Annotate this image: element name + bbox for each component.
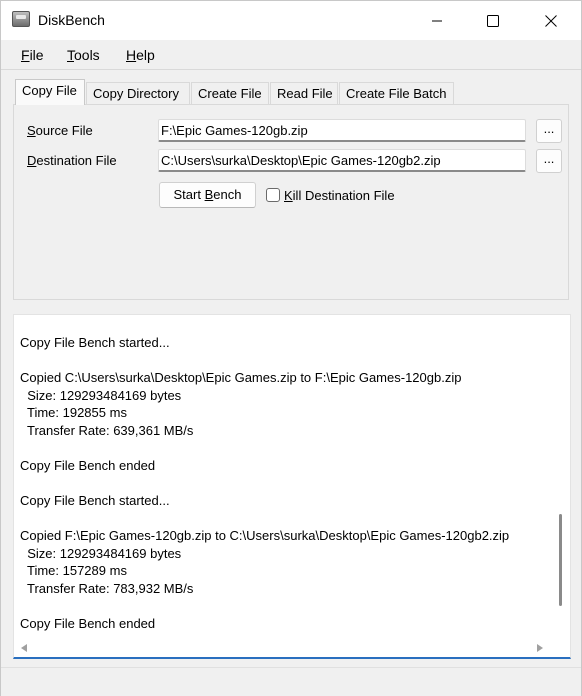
close-icon [545,14,557,27]
menu-help-accel: H [126,47,137,63]
status-bar [1,667,581,696]
close-button[interactable] [523,1,579,40]
tab-read-file[interactable]: Read File [270,82,338,104]
destination-file-label-text: estination File [36,153,117,168]
log-line: Transfer Rate: 639,361 MB/s [20,422,194,438]
scroll-left-icon[interactable] [21,644,27,652]
tab-copy-directory[interactable]: Copy Directory [86,82,190,104]
disk-icon [12,11,30,27]
menu-bar: File Tools Help [1,40,581,70]
kill-destination-checkbox[interactable] [266,188,280,202]
destination-file-input[interactable]: C:\Users\surka\Desktop\Epic Games-120gb2… [158,149,526,172]
menu-help-label: elp [136,47,155,63]
destination-browse-button[interactable]: ... [536,149,562,173]
copy-file-panel: Source File F:\Epic Games-120gb.zip ... … [13,104,569,300]
maximize-button[interactable] [465,1,521,40]
menu-file-label: ile [29,47,44,63]
kill-destination-label-text: ill Destination File [292,188,395,203]
source-file-label-text: ource File [35,123,93,138]
destination-file-accel: D [27,153,37,168]
source-file-input[interactable]: F:\Epic Games-120gb.zip [158,119,526,142]
minimize-button[interactable] [409,1,465,40]
kill-destination-accel: K [284,188,293,203]
menu-tools-label: ools [74,47,100,63]
log-line: Size: 129293484169 bytes [20,387,182,403]
source-file-accel: S [27,123,36,138]
log-line: Copied C:\Users\surka\Desktop\Epic Games… [20,370,462,386]
start-bench-label-rest: ench [213,187,242,202]
destination-file-label: Destination File [27,153,117,168]
log-line: Copy File Bench started... [20,335,170,350]
scroll-right-icon[interactable] [537,644,543,652]
diskbench-window: DiskBench File Tools Help Copy File Copy… [0,0,582,696]
tab-create-file[interactable]: Create File [191,82,269,104]
vertical-scroll-thumb[interactable] [559,514,562,606]
horizontal-scrollbar[interactable] [14,640,560,657]
kill-destination-label[interactable]: Kill Destination File [284,188,395,203]
menu-help[interactable]: Help [126,47,155,63]
start-bench-label-pre: Start [173,187,205,202]
maximize-icon [487,14,499,27]
window-title: DiskBench [38,12,105,28]
title-bar[interactable]: DiskBench [1,1,581,40]
menu-file[interactable]: File [21,47,44,63]
tab-copy-file[interactable]: Copy File [15,79,85,105]
minimize-icon [432,20,442,21]
log-line: Copy File Bench ended [20,457,156,473]
source-browse-button[interactable]: ... [536,119,562,143]
source-file-label: Source File [27,123,93,138]
tab-create-file-batch[interactable]: Create File Batch [339,82,454,104]
log-line: Size: 129293484169 bytes [20,545,182,561]
log-line: Time: 192855 ms [20,405,127,421]
log-line: Copied F:\Epic Games-120gb.zip to C:\Use… [20,528,510,544]
log-line: Time: 157289 ms [20,563,127,579]
log-output[interactable]: Copy File Bench started... Copied C:\User… [13,314,571,659]
start-bench-button[interactable]: Start Bench [159,182,256,208]
start-bench-accel: B [204,187,214,202]
log-line: Transfer Rate: 783,932 MB/s [20,580,194,596]
menu-divider [1,69,581,70]
menu-tools-accel: T [67,47,74,63]
log-line: Copy File Bench ended [20,615,156,631]
menu-tools[interactable]: Tools [67,47,100,63]
log-lines: Copy File Bench started... Copied C:\User… [20,334,546,632]
menu-file-accel: F [21,47,30,63]
log-line: Copy File Bench started... [20,492,170,508]
